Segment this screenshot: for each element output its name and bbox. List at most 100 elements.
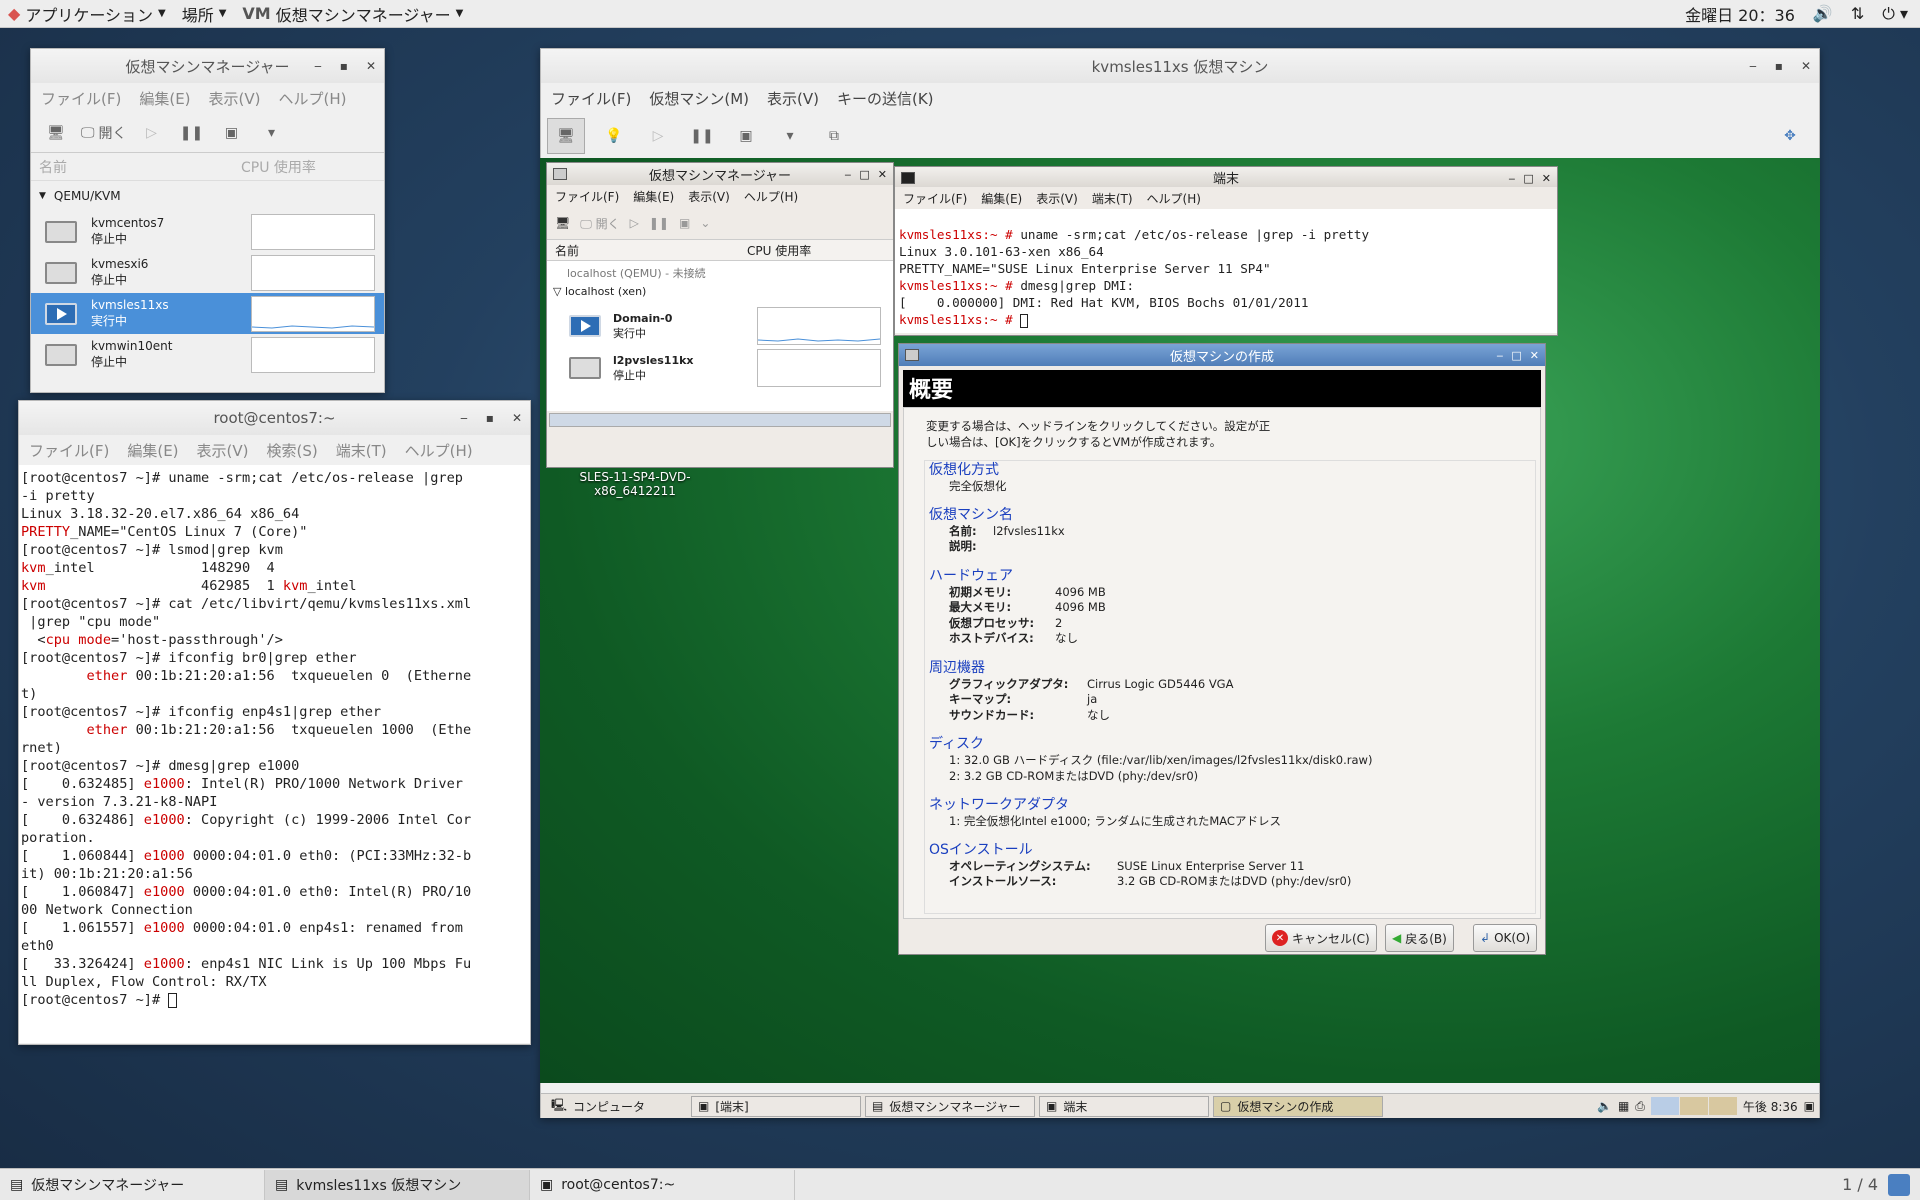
menu-file[interactable]: ファイル(F) [903,190,967,207]
vm-row[interactable]: kvmesxi6 停止中 [31,252,384,293]
power-icon[interactable]: ⏻ ▾ [1882,4,1908,24]
clock[interactable]: 午後 8:36 [1743,1098,1798,1115]
maximize-button[interactable]: □ [1511,349,1521,362]
new-vm-icon[interactable]: 🖥 [41,119,71,147]
pause-icon[interactable]: ❚❚ [687,122,717,150]
connection-row[interactable]: ▽ localhost (xen) [547,283,893,305]
column-cpu[interactable]: CPU 使用率 [241,157,316,177]
play-icon[interactable]: ▷ [137,119,167,147]
vm-row[interactable]: Domain-0 実行中 [547,305,893,347]
app-menu-vmm[interactable]: VM 仮想マシンマネージャー ▼ [234,0,471,28]
volume-icon[interactable]: 🔈 [1597,1099,1612,1113]
horizontal-scrollbar[interactable] [549,413,891,427]
applications-menu[interactable]: ◆ アプリケーション ▼ [0,0,174,28]
column-name[interactable]: 名前 [547,242,747,259]
cancel-button[interactable]: ✕ キャンセル(C) [1265,924,1377,952]
show-desktop-icon[interactable]: ▣ [1804,1099,1815,1113]
back-button[interactable]: ◀ 戻る(B) [1385,924,1454,952]
shutdown-icon[interactable]: ▣ [217,119,247,147]
expander-icon[interactable]: ▽ [553,285,565,298]
network-icon[interactable]: ⇅ [1851,4,1864,23]
open-button[interactable]: 🖵 開く [580,215,619,232]
printer-icon[interactable]: ⎙ [1635,1099,1645,1114]
menu-view[interactable]: 表示(V) [197,440,249,461]
close-button[interactable]: ✕ [1530,349,1539,362]
play-icon[interactable]: ▷ [630,216,639,230]
menu-help[interactable]: ヘルプ(H) [744,188,798,205]
taskbar-item-active[interactable]: ▢ 仮想マシンの作成 [1213,1095,1384,1117]
maximize-button[interactable]: □ [1523,172,1533,185]
menu-terminal[interactable]: 端末(T) [1092,190,1133,207]
new-vm-icon[interactable]: 🖥 [555,216,570,230]
titlebar[interactable]: root@centos7:~ ‒ ▪ ✕ [19,401,530,435]
network-icon[interactable]: ▦ [1618,1099,1629,1113]
link-vm-name[interactable]: 仮想マシン名 [929,508,1535,524]
titlebar[interactable]: kvmsles11xs 仮想マシン ‒ ▪ ✕ [541,49,1819,83]
titlebar[interactable]: 端末 ‒ □ ✕ [895,167,1557,187]
minimize-button[interactable]: ‒ [460,411,468,425]
titlebar[interactable]: 仮想マシンの作成 ‒ □ ✕ [899,344,1545,366]
chevron-down-icon[interactable]: ▾ [775,122,805,150]
chevron-down-icon[interactable]: ▾ [257,119,287,147]
notification-icon[interactable] [1888,1173,1910,1196]
details-icon[interactable]: 💡 [599,122,629,150]
link-virtualization[interactable]: 仮想化方式 [929,462,1535,479]
close-button[interactable]: ✕ [878,168,887,181]
menu-edit[interactable]: 編集(E) [633,188,674,205]
expander-icon[interactable]: ▼ [39,191,46,201]
menu-file[interactable]: ファイル(F) [551,88,631,109]
fullscreen-icon[interactable]: ✥ [1775,122,1805,150]
minimize-button[interactable]: ‒ [844,168,851,181]
titlebar[interactable]: 仮想マシンマネージャー ‒ □ ✕ [547,163,893,185]
taskbar-item-active[interactable]: ▤ kvmsles11xs 仮想マシン [265,1169,530,1200]
close-button[interactable]: ✕ [366,59,376,73]
taskbar-item[interactable]: ▣ 端末 [1039,1095,1210,1117]
dvd-desktop-icon[interactable]: SLES-11-SP4-DVD- x86_6412211 [560,470,710,498]
menu-terminal[interactable]: 端末(T) [336,440,387,461]
menu-view[interactable]: 表示(V) [209,88,261,109]
guest-desktop[interactable]: 仮想マシンマネージャー ‒ □ ✕ ファイル(F) 編集(E) 表示(V) ヘルプ(… [540,158,1820,1083]
link-network[interactable]: ネットワークアダプタ [929,797,1535,814]
vm-row[interactable]: kvmwin10ent 停止中 [31,334,384,375]
menu-help[interactable]: ヘルプ(H) [279,88,347,109]
connection-row[interactable]: localhost (QEMU) - 未接続 [547,261,893,283]
menu-help[interactable]: ヘルプ(H) [1147,190,1201,207]
menu-vm[interactable]: 仮想マシン(M) [649,88,749,109]
shutdown-icon[interactable]: ▣ [731,122,761,150]
vm-row[interactable]: kvmcentos7 停止中 [31,211,384,252]
minimize-button[interactable]: ‒ [1508,172,1515,185]
minimize-button[interactable]: ‒ [1496,349,1503,362]
close-button[interactable]: ✕ [512,411,522,425]
clock[interactable]: 金曜日 20：36 [1685,2,1795,26]
link-os-install[interactable]: OSインストール [929,843,1535,859]
places-menu[interactable]: 場所 ▼ [174,0,235,28]
menu-search[interactable]: 検索(S) [267,440,318,461]
pause-icon[interactable]: ❚❚ [649,216,669,230]
titlebar[interactable]: 仮想マシンマネージャー ‒ ▪ ✕ [31,49,384,83]
volume-icon[interactable]: 🔊 [1813,4,1833,23]
menu-view[interactable]: 表示(V) [1036,190,1078,207]
maximize-button[interactable]: ▪ [486,411,494,425]
taskbar-item[interactable]: ▤ 仮想マシンマネージャー [0,1169,265,1200]
column-name[interactable]: 名前 [31,157,241,177]
pause-icon[interactable]: ❚❚ [177,119,207,147]
maximize-button[interactable]: □ [859,168,869,181]
menu-edit[interactable]: 編集(E) [127,440,178,461]
column-cpu[interactable]: CPU 使用率 [747,242,811,259]
taskbar-item[interactable]: ▤ 仮想マシンマネージャー [865,1095,1036,1117]
taskbar-computer[interactable]: 🖳 コンピュータ [545,1096,651,1117]
ok-button[interactable]: ↲ OK(O) [1473,924,1538,952]
menu-edit[interactable]: 編集(E) [139,88,190,109]
terminal-output[interactable]: kvmsles11xs:~ # uname -srm;cat /etc/os-r… [895,209,1557,333]
minimize-button[interactable]: ‒ [1749,59,1757,73]
taskbar-item[interactable]: ▣ root@centos7:~ [530,1169,795,1200]
menu-file[interactable]: ファイル(F) [41,88,121,109]
workspace-switcher[interactable] [1650,1097,1737,1115]
snapshot-icon[interactable]: ⧉ [819,122,849,150]
maximize-button[interactable]: ▪ [1775,59,1783,73]
menu-edit[interactable]: 編集(E) [981,190,1022,207]
close-button[interactable]: ✕ [1542,172,1551,185]
link-peripherals[interactable]: 周辺機器 [929,660,1535,677]
taskbar-item[interactable]: ▣ [端末] [691,1095,862,1117]
terminal-output[interactable]: [root@centos7 ~]# uname -srm;cat /etc/os… [19,465,530,1043]
